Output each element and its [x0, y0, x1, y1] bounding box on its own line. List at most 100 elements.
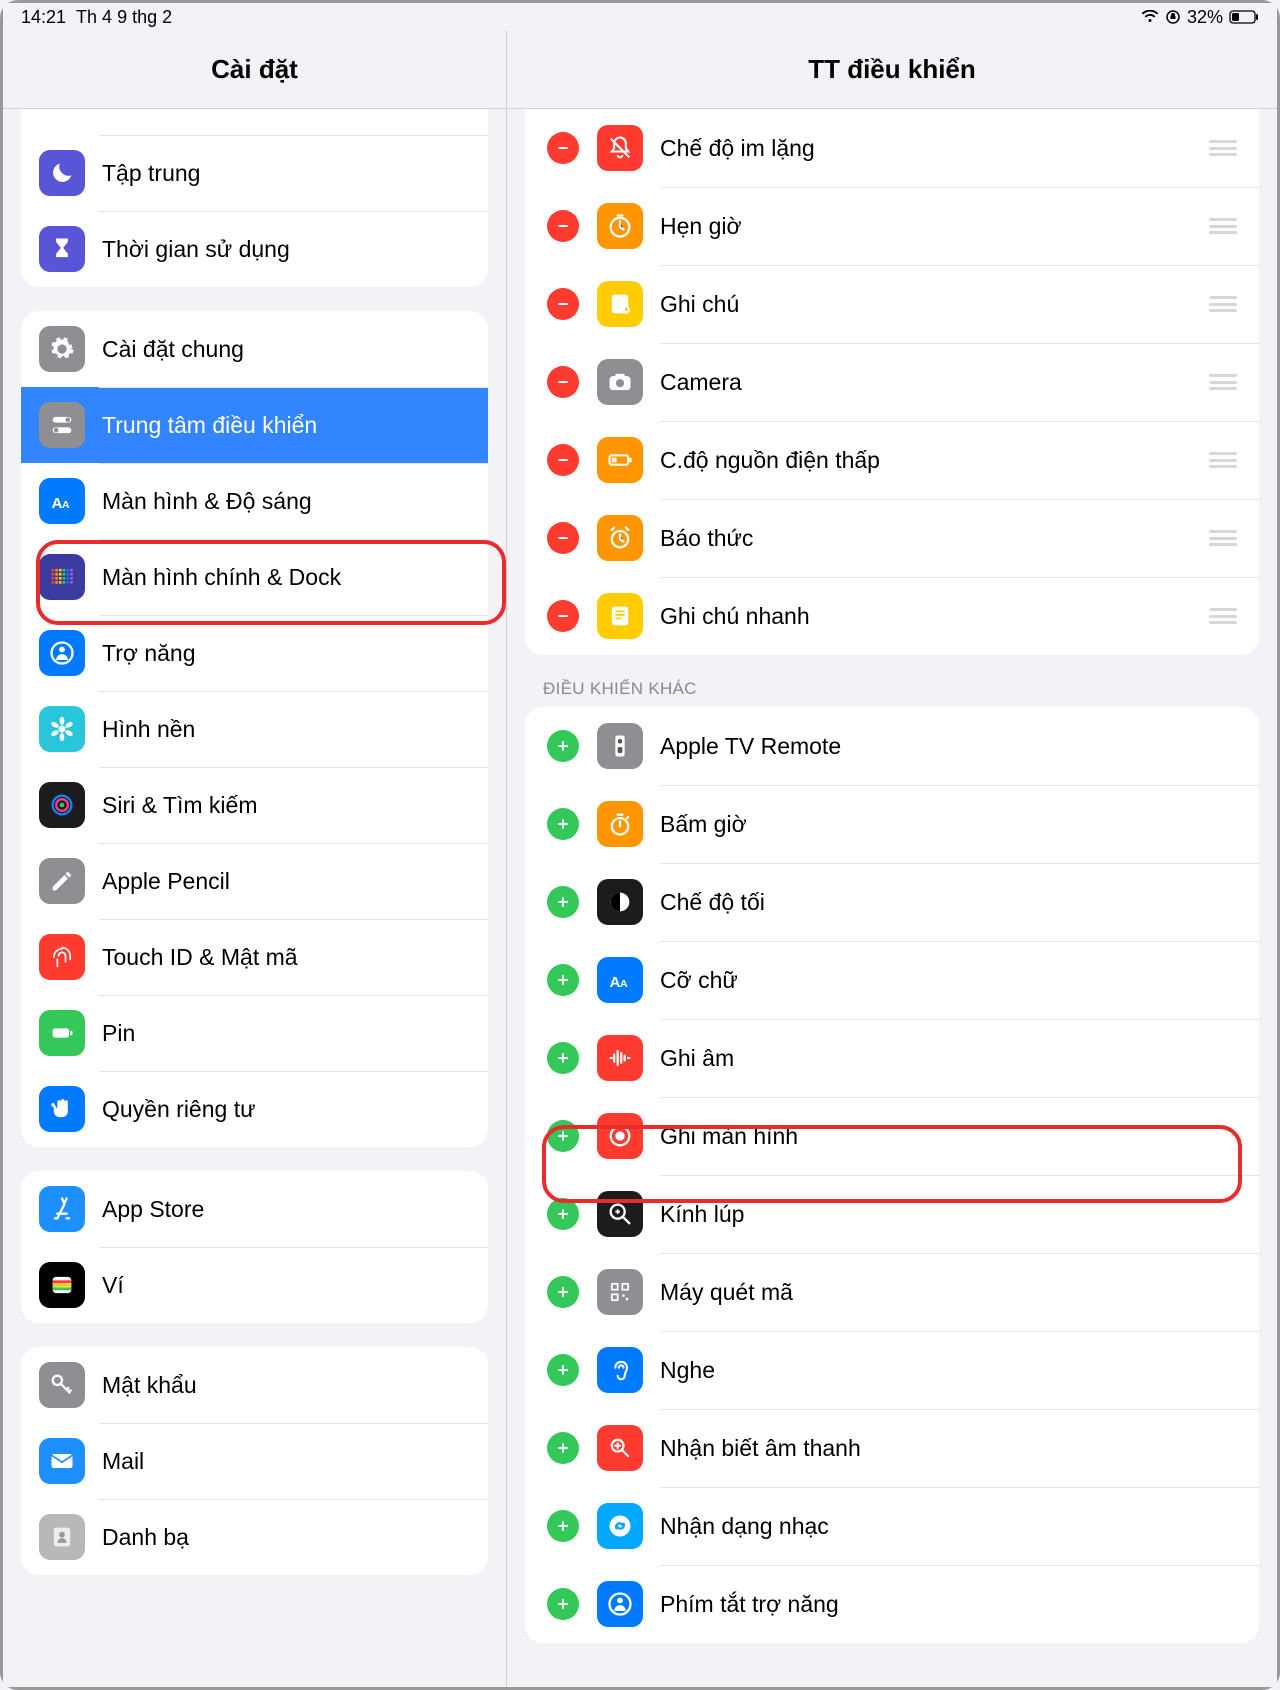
- add-button[interactable]: [547, 1120, 579, 1152]
- person-icon: [39, 630, 85, 676]
- drag-handle[interactable]: [1209, 296, 1237, 312]
- record-icon: [597, 1113, 643, 1159]
- control-item-label: Apple TV Remote: [660, 733, 1237, 760]
- drag-handle[interactable]: [1209, 608, 1237, 624]
- sidebar-item-label: Apple Pencil: [102, 868, 230, 895]
- sidebar-item-app-store[interactable]: App Store: [21, 1171, 488, 1247]
- sidebar-item-label: Hình nền: [102, 716, 195, 743]
- sidebar-item-label: Màn hình chính & Dock: [102, 564, 341, 591]
- sidebar-item-touch-id[interactable]: Touch ID & Mật mã: [21, 919, 488, 995]
- sidebar-item-focus[interactable]: Tập trung: [21, 135, 488, 211]
- drag-handle[interactable]: [1209, 140, 1237, 156]
- remove-button[interactable]: [547, 600, 579, 632]
- remove-button[interactable]: [547, 366, 579, 398]
- drag-handle[interactable]: [1209, 452, 1237, 468]
- control-item-label: Ghi màn hình: [660, 1123, 1237, 1150]
- sidebar-item-label: Màn hình & Độ sáng: [102, 488, 312, 515]
- bell-slash-icon: [597, 125, 643, 171]
- svg-text:A: A: [62, 499, 70, 511]
- drag-handle[interactable]: [1209, 530, 1237, 546]
- control-item-label: Bấm giờ: [660, 811, 1237, 838]
- sidebar-item-wallet[interactable]: Ví: [21, 1247, 488, 1323]
- sidebar-item-label: Touch ID & Mật mã: [102, 944, 298, 971]
- sidebar-item-contacts[interactable]: Danh bạ: [21, 1499, 488, 1575]
- sidebar-item-passwords[interactable]: Mật khẩu: [21, 1347, 488, 1423]
- drag-handle[interactable]: [1209, 374, 1237, 390]
- control-item-silent: Chế độ im lặng: [525, 109, 1259, 187]
- sidebar-item-accessibility[interactable]: Trợ năng: [21, 615, 488, 691]
- sidebar-item-screen-time[interactable]: Thời gian sử dụng: [21, 211, 488, 287]
- remove-button[interactable]: [547, 522, 579, 554]
- control-item-text-size: AACỡ chữ: [525, 941, 1259, 1019]
- control-item-voice-memo: Ghi âm: [525, 1019, 1259, 1097]
- add-button[interactable]: [547, 1198, 579, 1230]
- grid-icon: [39, 554, 85, 600]
- sidebar-item-apple-pencil[interactable]: Apple Pencil: [21, 843, 488, 919]
- control-item-label: Nhận biết âm thanh: [660, 1435, 1237, 1462]
- darkmode-icon: [597, 879, 643, 925]
- sidebar-item-label: Mail: [102, 1448, 144, 1475]
- battery-icon: [1229, 10, 1259, 24]
- sidebar-item-label: Siri & Tìm kiếm: [102, 792, 257, 819]
- status-bar: 14:21 Th 4 9 thg 2 32%: [3, 3, 1277, 31]
- sidebar-item-mail[interactable]: Mail: [21, 1423, 488, 1499]
- status-time: 14:21: [21, 7, 66, 28]
- control-item-quick-note: Ghi chú nhanh: [525, 577, 1259, 655]
- control-item-label: Máy quét mã: [660, 1279, 1237, 1306]
- soundrec-icon: [597, 1425, 643, 1471]
- quicknote-icon: [597, 593, 643, 639]
- hourglass-icon: [39, 226, 85, 272]
- waveform-icon: [597, 1035, 643, 1081]
- pencil-icon: [39, 858, 85, 904]
- control-item-label: Kính lúp: [660, 1201, 1237, 1228]
- stopwatch-icon: [597, 801, 643, 847]
- sidebar-title: Cài đặt: [3, 31, 506, 109]
- contacts-icon: [39, 1514, 85, 1560]
- sidebar-item-label: Mật khẩu: [102, 1372, 197, 1399]
- sidebar-item-wallpaper[interactable]: Hình nền: [21, 691, 488, 767]
- sidebar-item-label: Ví: [102, 1272, 124, 1299]
- sidebar-item-privacy[interactable]: Quyền riêng tư: [21, 1071, 488, 1147]
- control-item-label: C.độ nguồn điện thấp: [660, 447, 1209, 474]
- control-item-label: Ghi chú nhanh: [660, 603, 1209, 630]
- main-panel: TT điều khiển Chế độ im lặngHẹn giờGhi c…: [507, 31, 1277, 1687]
- battery-icon: [39, 1010, 85, 1056]
- remove-button[interactable]: [547, 210, 579, 242]
- control-item-timer: Hẹn giờ: [525, 187, 1259, 265]
- add-button[interactable]: [547, 886, 579, 918]
- drag-handle[interactable]: [1209, 218, 1237, 234]
- add-button[interactable]: [547, 1588, 579, 1620]
- remove-button[interactable]: [547, 132, 579, 164]
- control-item-notes: Ghi chú: [525, 265, 1259, 343]
- add-button[interactable]: [547, 1276, 579, 1308]
- control-item-label: Hẹn giờ: [660, 213, 1209, 240]
- add-button[interactable]: [547, 1042, 579, 1074]
- control-item-label: Chế độ im lặng: [660, 135, 1209, 162]
- remove-button[interactable]: [547, 444, 579, 476]
- sidebar-item-control-center[interactable]: Trung tâm điều khiển: [21, 387, 488, 463]
- sidebar-item-label: Trợ năng: [102, 640, 196, 667]
- control-item-label: Camera: [660, 369, 1209, 396]
- add-button[interactable]: [547, 1354, 579, 1386]
- sidebar: Cài đặt Tập trung Thời gian sử dụng Cài đặ…: [3, 31, 507, 1687]
- shazam-icon: [597, 1503, 643, 1549]
- add-button[interactable]: [547, 1432, 579, 1464]
- sidebar-item-siri[interactable]: Siri & Tìm kiếm: [21, 767, 488, 843]
- sidebar-item-label: App Store: [102, 1196, 204, 1223]
- sidebar-item-display[interactable]: AAMàn hình & Độ sáng: [21, 463, 488, 539]
- add-button[interactable]: [547, 1510, 579, 1542]
- aa-icon: AA: [597, 957, 643, 1003]
- add-button[interactable]: [547, 964, 579, 996]
- add-button[interactable]: [547, 730, 579, 762]
- siri-icon: [39, 782, 85, 828]
- sidebar-item-battery[interactable]: Pin: [21, 995, 488, 1071]
- remove-button[interactable]: [547, 288, 579, 320]
- sidebar-item-general[interactable]: Cài đặt chung: [21, 311, 488, 387]
- ear-icon: [597, 1347, 643, 1393]
- sidebar-item-label: Tập trung: [102, 160, 200, 187]
- add-button[interactable]: [547, 808, 579, 840]
- svg-text:A: A: [620, 978, 628, 990]
- sidebar-item-sounds[interactable]: [21, 109, 488, 135]
- sidebar-item-home-screen[interactable]: Màn hình chính & Dock: [21, 539, 488, 615]
- control-item-low-power: C.độ nguồn điện thấp: [525, 421, 1259, 499]
